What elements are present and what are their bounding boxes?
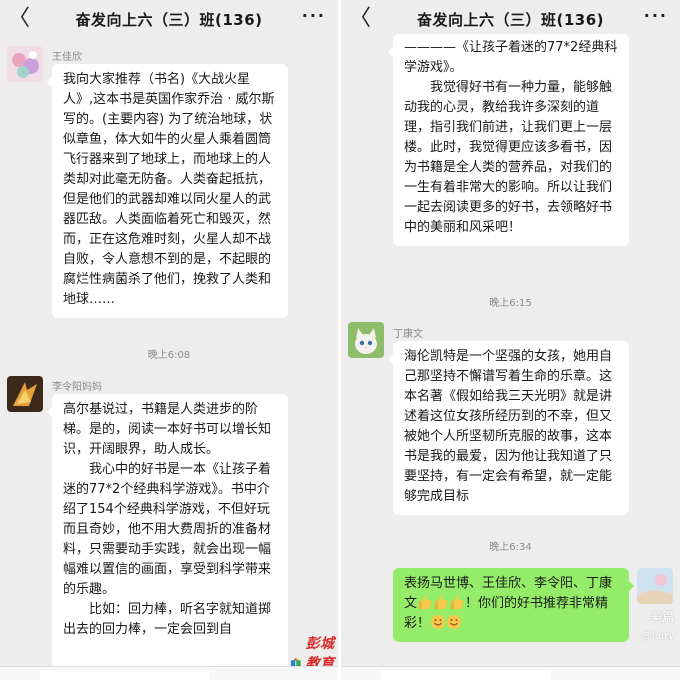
message-bubble[interactable]: 海伦凯特是一个坚强的女孩，她用自己那坚持不懈谱写着生命的乐章。这本名著《假如给我… xyxy=(388,341,629,515)
more-options-icon[interactable]: ··· xyxy=(302,6,326,25)
message-bubble[interactable]: 我向大家推荐（书名)《大战火星人》,这本书是英国作家乔治 · 威尔斯写的。(主要… xyxy=(47,64,288,318)
message-paragraph: 我心中的好书是一本《让孩子着迷的77*2个经典科学游戏》。书中介绍了154个经典… xyxy=(63,462,272,597)
left-chat-screen: 〈 奋发向上六（三）班(136) ··· 王佳欣 我向大家推荐（书名)《大战火星… xyxy=(0,0,338,680)
message-paragraph: 高尔基说过，书籍是人类进步的阶梯。是的，阅读一本好书可以增长知识，开阔眼界，助人… xyxy=(63,402,272,457)
right-chat-screen: 〈 奋发向上六（三）班(136) ··· ————《让孩子着迷的77*2经典科学… xyxy=(341,0,680,680)
avatar[interactable] xyxy=(348,322,384,358)
input-bar xyxy=(341,666,680,680)
input-bar xyxy=(0,666,338,680)
more-options-icon[interactable]: ··· xyxy=(644,6,668,25)
avatar[interactable] xyxy=(7,376,43,412)
message-text: 海伦凯特是一个坚强的女孩，她用自己那坚持不懈谱写着生命的乐章。这本名著《假如给我… xyxy=(404,349,613,504)
kitten-avatar-icon xyxy=(348,322,384,358)
back-icon[interactable]: 〈 xyxy=(8,6,30,32)
message-paragraph: 我觉得好书有一种力量，能够触动我的心灵，教给我许多深刻的道理，指引我们前进，让我… xyxy=(404,80,613,235)
avatar-image-icon xyxy=(7,46,43,82)
message-input[interactable] xyxy=(40,670,210,680)
timestamp: 晚上6:34 xyxy=(489,542,532,553)
avatar-image-icon xyxy=(637,568,673,604)
message-bubble[interactable]: ————《让孩子着迷的77*2经典科学游戏》。 我觉得好书有一种力量，能够触动我… xyxy=(388,34,629,246)
watermark-handle: @fairy xyxy=(641,631,674,642)
watermark-text: 美篇 xyxy=(649,610,674,624)
smile-icon xyxy=(447,615,462,629)
message-bubble-self[interactable]: 表扬马世博、王佳欣、李令阳、丁康文 ！你们的好书推荐非常精彩！ xyxy=(393,568,634,642)
message-text: 我向大家推荐（书名)《大战火星人》,这本书是英国作家乔治 · 威尔斯写的。(主要… xyxy=(63,72,275,307)
message-paragraph: 比如：回力棒，听名字就知道掷出去的回力棒，一定会回到自 xyxy=(63,602,272,637)
thumbs-up-icon xyxy=(419,595,432,609)
avatar[interactable] xyxy=(7,46,43,82)
thumbs-up-icon xyxy=(451,595,464,609)
thumbs-up-icon xyxy=(435,595,448,609)
sender-name: 李令阳妈妈 xyxy=(52,382,102,393)
avatar-image-icon xyxy=(7,376,43,412)
message-input[interactable] xyxy=(381,670,551,680)
chat-header: 〈 奋发向上六（三）班(136) ··· xyxy=(341,0,680,38)
chat-title: 奋发向上六（三）班(136) xyxy=(75,10,263,29)
message-paragraph: ————《让孩子着迷的77*2经典科学游戏》。 xyxy=(404,40,618,75)
avatar-self[interactable] xyxy=(637,568,673,604)
watermark: 美篇 @fairy xyxy=(642,608,674,646)
chat-header: 〈 奋发向上六（三）班(136) ··· xyxy=(0,0,338,38)
message-bubble[interactable]: 高尔基说过，书籍是人类进步的阶梯。是的，阅读一本好书可以增长知识，开阔眼界，助人… xyxy=(47,394,288,680)
timestamp: 晚上6:08 xyxy=(147,350,191,361)
chat-title: 奋发向上六（三）班(136) xyxy=(416,10,605,29)
back-icon[interactable]: 〈 xyxy=(349,6,371,32)
sender-name: 王佳欣 xyxy=(52,52,82,63)
timestamp: 晚上6:15 xyxy=(489,298,532,309)
smile-icon xyxy=(431,615,446,629)
sender-name: 丁康文 xyxy=(393,329,423,340)
